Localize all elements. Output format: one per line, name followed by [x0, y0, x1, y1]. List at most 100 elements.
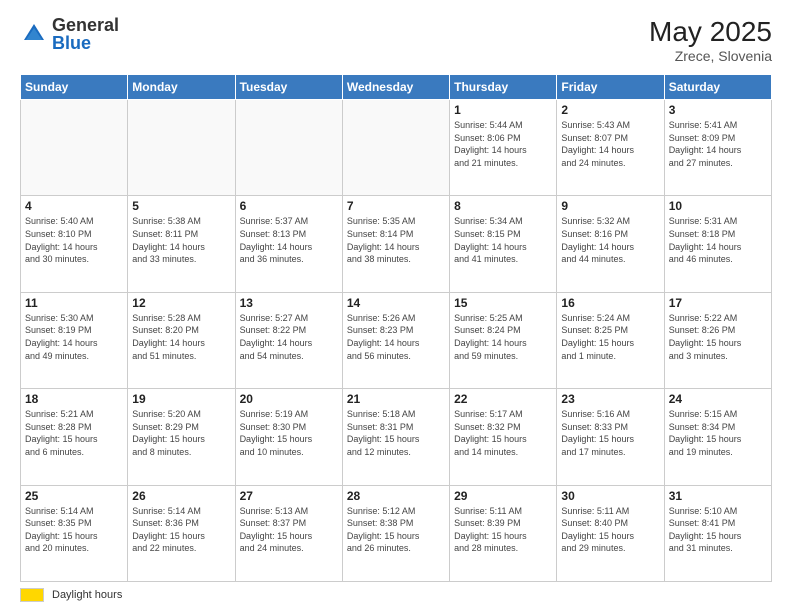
- day-number: 30: [561, 489, 659, 503]
- day-info: Sunrise: 5:32 AM Sunset: 8:16 PM Dayligh…: [561, 215, 659, 265]
- calendar-day-header: Friday: [557, 75, 664, 100]
- day-number: 19: [132, 392, 230, 406]
- day-number: 29: [454, 489, 552, 503]
- table-row: 14 Sunrise: 5:26 AM Sunset: 8:23 PM Dayli…: [342, 292, 449, 388]
- day-number: 27: [240, 489, 338, 503]
- day-info: Sunrise: 5:18 AM Sunset: 8:31 PM Dayligh…: [347, 408, 445, 458]
- calendar-week-row: 25 Sunrise: 5:14 AM Sunset: 8:35 PM Dayli…: [21, 485, 772, 581]
- day-info: Sunrise: 5:24 AM Sunset: 8:25 PM Dayligh…: [561, 312, 659, 362]
- day-number: 25: [25, 489, 123, 503]
- logo-icon: [20, 20, 48, 48]
- table-row: 20 Sunrise: 5:19 AM Sunset: 8:30 PM Dayli…: [235, 389, 342, 485]
- table-row: 6 Sunrise: 5:37 AM Sunset: 8:13 PM Daylig…: [235, 196, 342, 292]
- day-info: Sunrise: 5:11 AM Sunset: 8:40 PM Dayligh…: [561, 505, 659, 555]
- header: General Blue May 2025 Zrece, Slovenia: [20, 16, 772, 64]
- day-info: Sunrise: 5:21 AM Sunset: 8:28 PM Dayligh…: [25, 408, 123, 458]
- table-row: 9 Sunrise: 5:32 AM Sunset: 8:16 PM Daylig…: [557, 196, 664, 292]
- day-number: 5: [132, 199, 230, 213]
- day-number: 24: [669, 392, 767, 406]
- day-number: 1: [454, 103, 552, 117]
- day-number: 14: [347, 296, 445, 310]
- table-row: 11Sunrise: 5:30 AM Sunset: 8:19 PM Dayli…: [21, 292, 128, 388]
- calendar-day-header: Tuesday: [235, 75, 342, 100]
- calendar-day-header: Saturday: [664, 75, 771, 100]
- day-info: Sunrise: 5:12 AM Sunset: 8:38 PM Dayligh…: [347, 505, 445, 555]
- day-number: 6: [240, 199, 338, 213]
- table-row: [342, 100, 449, 196]
- day-info: Sunrise: 5:26 AM Sunset: 8:23 PM Dayligh…: [347, 312, 445, 362]
- day-number: 21: [347, 392, 445, 406]
- day-number: 26: [132, 489, 230, 503]
- calendar-table: SundayMondayTuesdayWednesdayThursdayFrid…: [20, 74, 772, 582]
- page: General Blue May 2025 Zrece, Slovenia Su…: [0, 0, 792, 612]
- table-row: 15 Sunrise: 5:25 AM Sunset: 8:24 PM Dayli…: [450, 292, 557, 388]
- day-info: Sunrise: 5:34 AM Sunset: 8:15 PM Dayligh…: [454, 215, 552, 265]
- daylight-label: Daylight hours: [52, 589, 122, 601]
- table-row: 23Sunrise: 5:16 AM Sunset: 8:33 PM Dayli…: [557, 389, 664, 485]
- day-number: 31: [669, 489, 767, 503]
- day-number: 4: [25, 199, 123, 213]
- table-row: 25 Sunrise: 5:14 AM Sunset: 8:35 PM Dayli…: [21, 485, 128, 581]
- table-row: 5Sunrise: 5:38 AM Sunset: 8:11 PM Daylig…: [128, 196, 235, 292]
- day-info: Sunrise: 5:10 AM Sunset: 8:41 PM Dayligh…: [669, 505, 767, 555]
- table-row: 12 Sunrise: 5:28 AM Sunset: 8:20 PM Dayli…: [128, 292, 235, 388]
- location: Zrece, Slovenia: [649, 48, 772, 64]
- table-row: 10Sunrise: 5:31 AM Sunset: 8:18 PM Dayli…: [664, 196, 771, 292]
- day-number: 8: [454, 199, 552, 213]
- title-block: May 2025 Zrece, Slovenia: [649, 16, 772, 64]
- day-number: 28: [347, 489, 445, 503]
- table-row: 2 Sunrise: 5:43 AM Sunset: 8:07 PM Daylig…: [557, 100, 664, 196]
- calendar-week-row: 1Sunrise: 5:44 AM Sunset: 8:06 PM Daylig…: [21, 100, 772, 196]
- day-info: Sunrise: 5:37 AM Sunset: 8:13 PM Dayligh…: [240, 215, 338, 265]
- table-row: 18 Sunrise: 5:21 AM Sunset: 8:28 PM Dayli…: [21, 389, 128, 485]
- calendar-week-row: 11Sunrise: 5:30 AM Sunset: 8:19 PM Dayli…: [21, 292, 772, 388]
- table-row: 13 Sunrise: 5:27 AM Sunset: 8:22 PM Dayli…: [235, 292, 342, 388]
- day-number: 22: [454, 392, 552, 406]
- table-row: [128, 100, 235, 196]
- calendar-week-row: 18 Sunrise: 5:21 AM Sunset: 8:28 PM Dayli…: [21, 389, 772, 485]
- logo-blue-text: Blue: [52, 33, 91, 53]
- day-number: 9: [561, 199, 659, 213]
- table-row: 29 Sunrise: 5:11 AM Sunset: 8:39 PM Dayli…: [450, 485, 557, 581]
- day-number: 3: [669, 103, 767, 117]
- day-number: 12: [132, 296, 230, 310]
- day-info: Sunrise: 5:15 AM Sunset: 8:34 PM Dayligh…: [669, 408, 767, 458]
- table-row: 19 Sunrise: 5:20 AM Sunset: 8:29 PM Dayli…: [128, 389, 235, 485]
- day-number: 10: [669, 199, 767, 213]
- day-number: 13: [240, 296, 338, 310]
- table-row: 26Sunrise: 5:14 AM Sunset: 8:36 PM Dayli…: [128, 485, 235, 581]
- table-row: 27 Sunrise: 5:13 AM Sunset: 8:37 PM Dayli…: [235, 485, 342, 581]
- day-number: 17: [669, 296, 767, 310]
- day-number: 20: [240, 392, 338, 406]
- day-info: Sunrise: 5:19 AM Sunset: 8:30 PM Dayligh…: [240, 408, 338, 458]
- table-row: 8 Sunrise: 5:34 AM Sunset: 8:15 PM Daylig…: [450, 196, 557, 292]
- day-info: Sunrise: 5:28 AM Sunset: 8:20 PM Dayligh…: [132, 312, 230, 362]
- day-info: Sunrise: 5:14 AM Sunset: 8:35 PM Dayligh…: [25, 505, 123, 555]
- table-row: 16 Sunrise: 5:24 AM Sunset: 8:25 PM Dayli…: [557, 292, 664, 388]
- day-info: Sunrise: 5:13 AM Sunset: 8:37 PM Dayligh…: [240, 505, 338, 555]
- calendar-day-header: Wednesday: [342, 75, 449, 100]
- table-row: 17 Sunrise: 5:22 AM Sunset: 8:26 PM Dayli…: [664, 292, 771, 388]
- table-row: 28 Sunrise: 5:12 AM Sunset: 8:38 PM Dayli…: [342, 485, 449, 581]
- day-info: Sunrise: 5:25 AM Sunset: 8:24 PM Dayligh…: [454, 312, 552, 362]
- calendar-week-row: 4 Sunrise: 5:40 AM Sunset: 8:10 PM Daylig…: [21, 196, 772, 292]
- day-number: 16: [561, 296, 659, 310]
- day-info: Sunrise: 5:22 AM Sunset: 8:26 PM Dayligh…: [669, 312, 767, 362]
- day-info: Sunrise: 5:17 AM Sunset: 8:32 PM Dayligh…: [454, 408, 552, 458]
- logo-general-text: General: [52, 15, 119, 35]
- day-info: Sunrise: 5:20 AM Sunset: 8:29 PM Dayligh…: [132, 408, 230, 458]
- table-row: 31 Sunrise: 5:10 AM Sunset: 8:41 PM Dayli…: [664, 485, 771, 581]
- calendar-header-row: SundayMondayTuesdayWednesdayThursdayFrid…: [21, 75, 772, 100]
- day-info: Sunrise: 5:30 AM Sunset: 8:19 PM Dayligh…: [25, 312, 123, 362]
- day-info: Sunrise: 5:43 AM Sunset: 8:07 PM Dayligh…: [561, 119, 659, 169]
- day-info: Sunrise: 5:35 AM Sunset: 8:14 PM Dayligh…: [347, 215, 445, 265]
- day-info: Sunrise: 5:11 AM Sunset: 8:39 PM Dayligh…: [454, 505, 552, 555]
- month-year: May 2025: [649, 16, 772, 48]
- day-info: Sunrise: 5:27 AM Sunset: 8:22 PM Dayligh…: [240, 312, 338, 362]
- table-row: 4 Sunrise: 5:40 AM Sunset: 8:10 PM Daylig…: [21, 196, 128, 292]
- day-number: 15: [454, 296, 552, 310]
- day-number: 2: [561, 103, 659, 117]
- day-info: Sunrise: 5:40 AM Sunset: 8:10 PM Dayligh…: [25, 215, 123, 265]
- day-number: 18: [25, 392, 123, 406]
- calendar-day-header: Monday: [128, 75, 235, 100]
